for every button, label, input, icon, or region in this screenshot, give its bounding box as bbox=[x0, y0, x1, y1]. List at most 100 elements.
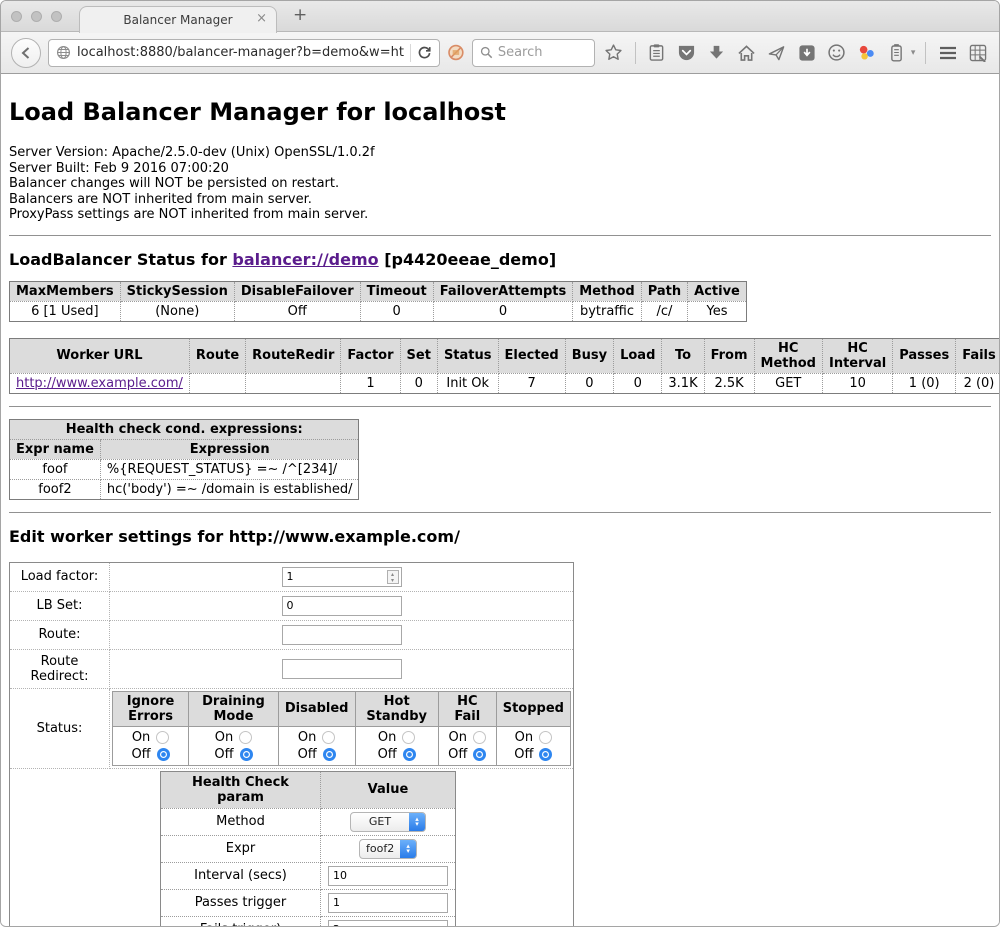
load-factor-row: Load factor: ▴▾ bbox=[10, 562, 574, 591]
val-maxmembers: 6 [1 Used] bbox=[10, 301, 121, 321]
blocked-badge-icon[interactable] bbox=[447, 42, 465, 63]
lb-set-row: LB Set: bbox=[10, 591, 574, 620]
expr-select-value: foof2 bbox=[360, 842, 400, 855]
battery-extension-button[interactable] bbox=[885, 38, 908, 68]
navigation-toolbar: localhost:8880/balancer-manager?b=demo&w… bbox=[1, 32, 999, 74]
draining-mode-off-radio[interactable] bbox=[240, 748, 253, 761]
col-busy: Busy bbox=[565, 338, 613, 373]
status-heading-prefix: LoadBalancer Status for bbox=[9, 250, 232, 269]
ignore-errors-cell: On Off bbox=[113, 726, 189, 765]
ignore-errors-on-radio[interactable] bbox=[156, 731, 169, 744]
route-redirect-input[interactable] bbox=[282, 659, 402, 679]
colored-dots-icon bbox=[857, 43, 876, 62]
urlbar-divider bbox=[410, 44, 411, 62]
smiley-icon bbox=[827, 43, 846, 62]
method-select[interactable]: GET ▴▾ bbox=[350, 812, 426, 832]
load-factor-input[interactable] bbox=[282, 567, 402, 587]
grid-icon bbox=[969, 44, 987, 62]
health-check-row: Health Check param Value Method GET ▴▾ bbox=[10, 768, 574, 927]
save-panel-button[interactable] bbox=[795, 38, 818, 68]
ignore-errors-off-radio[interactable] bbox=[157, 748, 170, 761]
worker-url-link[interactable]: http://www.example.com/ bbox=[16, 376, 183, 391]
downloads-button[interactable] bbox=[705, 38, 728, 68]
hc-method-label: Method bbox=[161, 808, 321, 835]
balancer-demo-link[interactable]: balancer://demo bbox=[232, 250, 378, 269]
tab-close-icon[interactable]: × bbox=[256, 12, 267, 25]
val-from: 2.5K bbox=[704, 373, 754, 393]
col-set: Set bbox=[400, 338, 437, 373]
hc-fail-off-radio[interactable] bbox=[473, 748, 486, 761]
disabled-off-radio[interactable] bbox=[323, 748, 336, 761]
status-heading-suffix: [p4420eeae_demo] bbox=[379, 250, 557, 269]
hot-standby-on-radio[interactable] bbox=[402, 731, 415, 744]
window-zoom-button[interactable] bbox=[51, 11, 62, 22]
off-label: Off bbox=[214, 746, 233, 763]
window-minimize-button[interactable] bbox=[31, 11, 42, 22]
col-disabled: Disabled bbox=[278, 691, 355, 726]
balancer-header-row: MaxMembers StickySession DisableFailover… bbox=[10, 281, 747, 301]
status-radio-row: On Off On Off On Off bbox=[113, 726, 571, 765]
lb-set-input[interactable] bbox=[282, 596, 402, 616]
square-download-icon bbox=[798, 44, 816, 62]
load-factor-stepper[interactable]: ▴▾ bbox=[282, 567, 402, 587]
on-label: On bbox=[215, 729, 233, 746]
hc-passes-row: Passes trigger bbox=[161, 889, 456, 916]
hc-fail-on-radio[interactable] bbox=[473, 731, 486, 744]
home-button[interactable] bbox=[735, 38, 758, 68]
menu-button[interactable] bbox=[936, 38, 959, 68]
tab-balancer-manager[interactable]: Balancer Manager × bbox=[79, 6, 277, 33]
chevron-down-icon[interactable]: ▾ bbox=[911, 48, 916, 58]
balancer-value-row: 6 [1 Used] (None) Off 0 0 bytraffic /c/ … bbox=[10, 301, 747, 321]
back-button[interactable] bbox=[11, 38, 41, 68]
url-text[interactable]: localhost:8880/balancer-manager?b=demo&w… bbox=[77, 45, 404, 60]
page-title: Load Balancer Manager for localhost bbox=[9, 98, 991, 126]
grid-extension-button[interactable] bbox=[966, 38, 989, 68]
divider bbox=[9, 406, 991, 407]
search-field[interactable]: Search bbox=[472, 39, 595, 67]
colored-dots-extension-button[interactable] bbox=[855, 38, 878, 68]
off-label: Off bbox=[378, 746, 397, 763]
col-route: Route bbox=[189, 338, 245, 373]
url-bar[interactable]: localhost:8880/balancer-manager?b=demo&w… bbox=[48, 39, 440, 67]
search-icon bbox=[480, 46, 493, 59]
route-input[interactable] bbox=[282, 625, 402, 645]
search-placeholder: Search bbox=[498, 45, 543, 60]
status-header-row: Ignore Errors Draining Mode Disabled Hot… bbox=[113, 691, 571, 726]
stopped-off-radio[interactable] bbox=[539, 748, 552, 761]
stopped-on-radio[interactable] bbox=[539, 731, 552, 744]
col-maxmembers: MaxMembers bbox=[10, 281, 121, 301]
val-hc-interval: 10 bbox=[822, 373, 892, 393]
fails-input[interactable] bbox=[328, 920, 448, 927]
reading-list-button[interactable] bbox=[646, 38, 669, 68]
toolbar-separator bbox=[635, 42, 636, 64]
worker-settings-form: Load factor: ▴▾ LB Set: Route: Route Red… bbox=[9, 562, 574, 927]
reload-icon[interactable] bbox=[417, 45, 432, 60]
interval-input[interactable] bbox=[328, 866, 448, 886]
globe-icon bbox=[56, 45, 71, 60]
passes-input[interactable] bbox=[328, 893, 448, 913]
hc-interval-label: Interval (secs) bbox=[161, 862, 321, 889]
hc-fail-cell: On Off bbox=[438, 726, 496, 765]
battery-icon bbox=[890, 43, 903, 62]
expr-value-foof2: hc('body') =~ /domain is established/ bbox=[100, 479, 359, 499]
window-close-button[interactable] bbox=[11, 11, 22, 22]
hot-standby-off-radio[interactable] bbox=[403, 748, 416, 761]
route-redirect-row: Route Redirect: bbox=[10, 649, 574, 688]
home-icon bbox=[737, 44, 756, 62]
send-tab-button[interactable] bbox=[765, 38, 788, 68]
draining-mode-on-radio[interactable] bbox=[239, 731, 252, 744]
new-tab-button[interactable]: + bbox=[293, 5, 307, 25]
toolbar-separator-2 bbox=[925, 42, 926, 64]
pocket-button[interactable] bbox=[675, 38, 698, 68]
col-from: From bbox=[704, 338, 754, 373]
disabled-on-radio[interactable] bbox=[322, 731, 335, 744]
feedback-button[interactable] bbox=[825, 38, 848, 68]
val-routeredir bbox=[246, 373, 341, 393]
val-fails: 2 (0) bbox=[956, 373, 999, 393]
number-spinner-icon[interactable]: ▴▾ bbox=[387, 570, 399, 584]
select-stepper-icon: ▴▾ bbox=[400, 840, 416, 858]
expr-select[interactable]: foof2 ▴▾ bbox=[359, 839, 417, 859]
bookmark-star-button[interactable] bbox=[602, 38, 625, 68]
val-elected: 7 bbox=[498, 373, 565, 393]
expr-header-row: Expr name Expression bbox=[10, 439, 359, 459]
